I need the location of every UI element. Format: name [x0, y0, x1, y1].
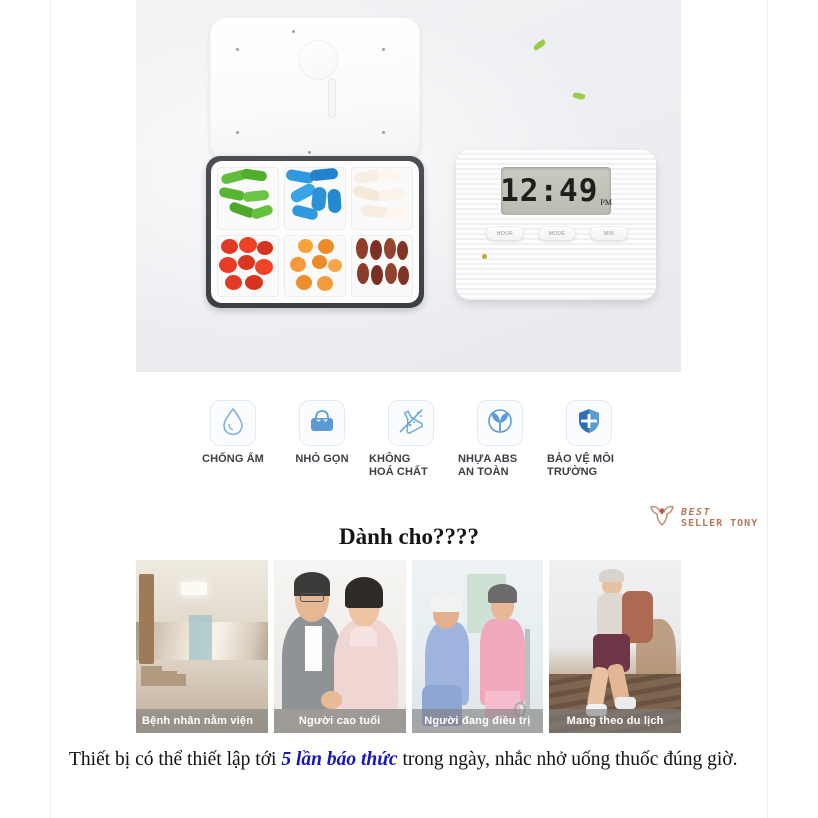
pill-box-lid: [210, 18, 420, 161]
feature-icon-box: [566, 400, 612, 446]
feature-icons-row: CHỐNG ẨM NHỎ GỌN KHÔNG HOÁ CHẤT NHỰA ABS…: [191, 400, 631, 479]
leaf-circle-icon: [486, 407, 514, 440]
product-description-page: 12:49 PM HOUR MODE MIN CHỐNG ẨM NHỎ GỌN …: [0, 0, 818, 818]
feature-compact: NHỎ GỌN: [280, 400, 364, 466]
no-chemicals-flask-icon: [397, 407, 425, 440]
audience-thumbnail-strip: Bệnh nhân nằm viện Người cao tuổi Người …: [136, 560, 681, 733]
brand-line-1: BEST: [681, 506, 712, 518]
compartment-blue: [284, 167, 346, 230]
description-paragraph: Thiết bị có thể thiết lập tới 5 lần báo …: [69, 744, 769, 776]
lcd-pm-indicator: PM: [600, 198, 612, 207]
shield-icon: [576, 407, 602, 440]
feature-label: KHÔNG HOÁ CHẤT: [369, 453, 428, 478]
thumbnail-hospital-corridor: Bệnh nhân nằm viện: [136, 560, 268, 733]
section-heading: Dành cho????: [339, 524, 479, 549]
paragraph-highlight: 5 lần báo thức: [281, 749, 398, 770]
lid-circle-detail: [298, 40, 338, 80]
thumbnail-elderly-couple: Người cao tuổi: [273, 560, 406, 733]
compartment-white: [351, 167, 413, 230]
device-button-row: HOUR MODE MIN: [486, 226, 628, 241]
feature-label: CHỐNG ẨM: [202, 453, 264, 465]
feature-icon-box: [388, 400, 434, 446]
mode-button[interactable]: MODE: [538, 226, 576, 241]
feature-icon-box: [210, 400, 256, 446]
thumbnail-traveler: Mang theo du lịch: [549, 560, 681, 733]
feature-label: BẢO VỆ MÔI TRƯỜNG: [547, 453, 615, 478]
compartment-red: [217, 234, 279, 297]
compartment-orange: [284, 234, 346, 297]
hour-button[interactable]: HOUR: [486, 226, 524, 241]
feature-abs-plastic: NHỰA ABS AN TOÀN: [458, 400, 542, 479]
thumbnail-caption: Bệnh nhân nằm viện: [136, 709, 268, 733]
feature-no-chemicals: KHÔNG HOÁ CHẤT: [369, 400, 453, 479]
water-drop-icon: [221, 407, 245, 440]
device-foot: [524, 298, 586, 300]
min-button[interactable]: MIN: [590, 226, 628, 241]
alarm-timer-device: 12:49 PM HOUR MODE MIN: [456, 150, 656, 300]
feature-moisture-proof: CHỐNG ẨM: [191, 400, 275, 466]
paragraph-part-1: Thiết bị có thể thiết lập tới: [69, 749, 282, 770]
thumbnail-nurse-with-patient: Người đang điều trị: [411, 560, 544, 733]
content-column: 12:49 PM HOUR MODE MIN CHỐNG ẨM NHỎ GỌN …: [51, 0, 767, 818]
feature-label: NHỎ GỌN: [295, 453, 349, 465]
pill-tray: [211, 161, 419, 303]
lcd-display: 12:49 PM: [500, 167, 612, 215]
content-rule-right: [767, 0, 768, 818]
status-led-icon: [482, 254, 487, 259]
lid-slot-detail: [328, 78, 336, 118]
paragraph-part-2: trong ngày, nhắc nhở uống thuốc đúng giờ…: [397, 749, 738, 770]
pill-organizer-box: [206, 18, 424, 308]
compartment-green: [217, 167, 279, 230]
handbag-icon: [308, 408, 336, 439]
feature-icon-box: [299, 400, 345, 446]
pill-box-base: [206, 156, 424, 308]
thumbnail-caption: Người cao tuổi: [273, 709, 406, 733]
lcd-time-value: 12:49: [500, 173, 599, 209]
thumbnail-caption: Người đang điều trị: [411, 709, 544, 733]
feature-eco-friendly: BẢO VỆ MÔI TRƯỜNG: [547, 400, 631, 479]
feature-label: NHỰA ABS AN TOÀN: [458, 453, 518, 478]
feature-icon-box: [477, 400, 523, 446]
thumbnail-caption: Mang theo du lịch: [549, 709, 681, 733]
product-hero-image: 12:49 PM HOUR MODE MIN: [136, 0, 681, 372]
compartment-brown: [351, 234, 413, 297]
